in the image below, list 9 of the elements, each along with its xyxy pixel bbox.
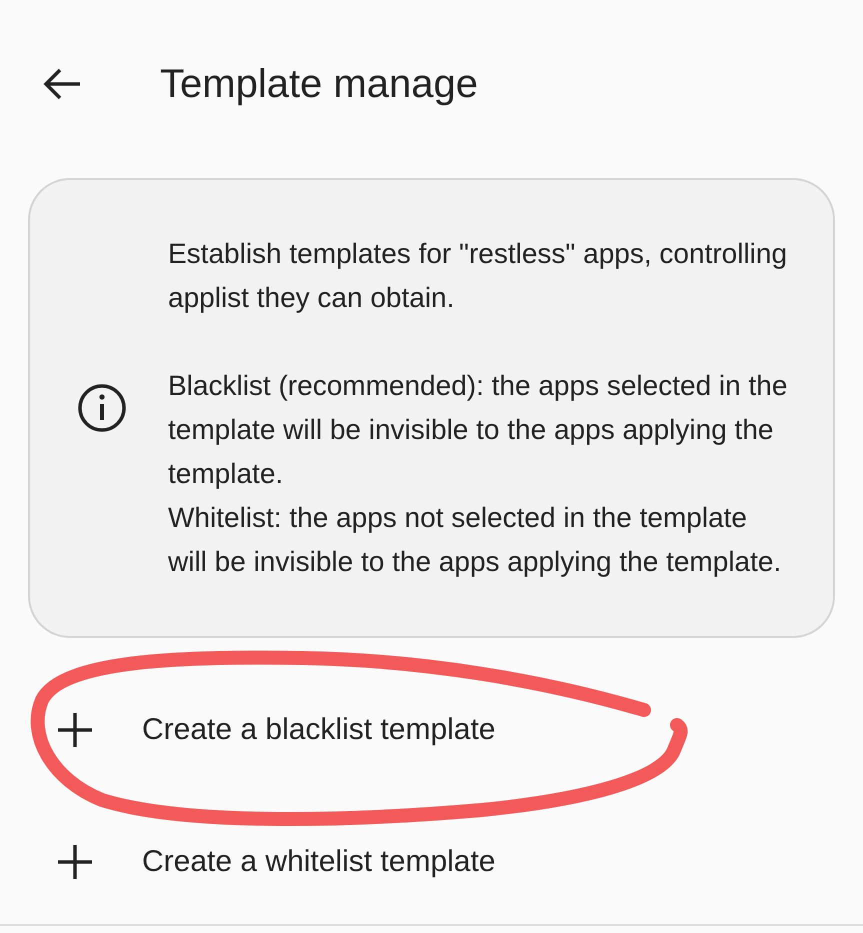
- info-text: Blacklist (recommended): the apps selected in the template will be invisible to the apps applying the template. Whitelist: the apps not selected in the template will be invisible to the apps applying the template.: [168, 369, 788, 579]
- info-text: Establish templates for "restless" apps, controlling applist they can obtain.: [168, 237, 788, 315]
- back-icon[interactable]: [42, 67, 82, 101]
- plus-icon: [58, 845, 92, 879]
- screen-title: Template manage: [160, 62, 478, 106]
- create-template-item[interactable]: Create a whitelist template: [0, 796, 863, 928]
- create-template-item[interactable]: Create a blacklist template: [0, 664, 863, 796]
- info-icon: [76, 382, 128, 434]
- plus-icon: [58, 713, 92, 747]
